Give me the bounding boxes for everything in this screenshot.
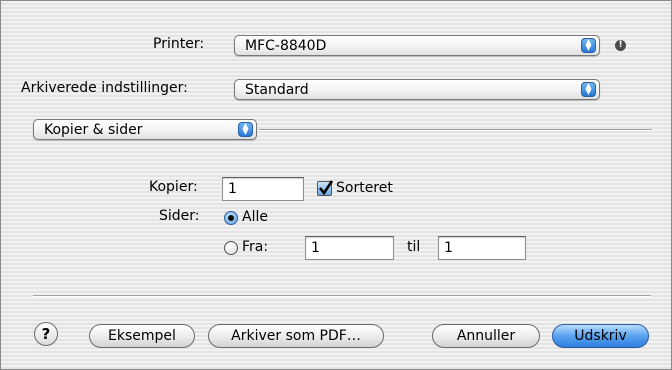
collate-label[interactable]: Sorteret	[336, 180, 393, 196]
pages-from-radio[interactable]	[224, 241, 238, 255]
popup-arrows-icon: ▲ ▼	[581, 82, 596, 97]
presets-popup[interactable]: Standard ▲ ▼	[234, 79, 600, 100]
pages-to-label: til	[407, 239, 421, 255]
pages-from-value: 1	[311, 240, 320, 256]
pages-label: Sider:	[159, 208, 200, 224]
checkmark-icon	[318, 180, 334, 196]
print-dialog: Printer: MFC-8840D ▲ ▼ ! Arkiverede indst…	[0, 0, 672, 370]
help-button[interactable]: ?	[34, 322, 58, 346]
copies-value: 1	[228, 181, 237, 197]
copies-label: Kopier:	[149, 179, 198, 195]
collate-checkbox[interactable]	[317, 180, 334, 196]
popup-arrows-icon: ▲ ▼	[581, 38, 596, 53]
panel-popup[interactable]: Kopier & sider ▲ ▼	[33, 119, 257, 140]
pages-to-value: 1	[444, 240, 453, 256]
printer-label: Printer:	[153, 36, 205, 52]
presets-label: Arkiverede indstillinger:	[21, 80, 188, 96]
pages-to-input[interactable]: 1	[438, 236, 526, 260]
printer-popup-value: MFC-8840D	[245, 38, 327, 54]
presets-popup-value: Standard	[245, 82, 309, 98]
printer-popup[interactable]: MFC-8840D ▲ ▼	[234, 35, 600, 56]
pages-from-label[interactable]: Fra:	[242, 239, 268, 255]
print-button[interactable]: Udskriv	[552, 324, 649, 348]
preview-button[interactable]: Eksempel	[89, 324, 195, 348]
panel-separator	[259, 129, 652, 131]
cancel-button[interactable]: Annuller	[432, 324, 540, 348]
bottom-separator	[33, 295, 651, 297]
pages-all-label[interactable]: Alle	[242, 209, 268, 225]
pages-from-input[interactable]: 1	[305, 236, 394, 260]
exclamation-icon: !	[615, 40, 626, 51]
copies-input[interactable]: 1	[222, 177, 304, 201]
pages-all-radio[interactable]	[224, 211, 238, 225]
panel-popup-value: Kopier & sider	[44, 122, 143, 138]
save-as-pdf-button[interactable]: Arkiver som PDF…	[208, 324, 384, 348]
popup-arrows-icon: ▲ ▼	[238, 122, 253, 137]
